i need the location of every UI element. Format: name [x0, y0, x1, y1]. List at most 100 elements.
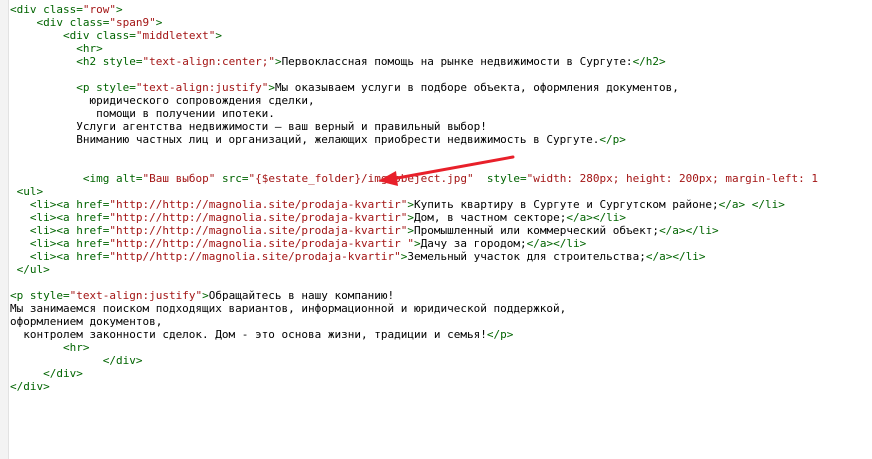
code-line[interactable]: Услуги агентства недвижимости — ваш верн…	[10, 120, 487, 133]
code-string: "{$estate_folder}/img/obeject.jpg"	[248, 172, 474, 185]
code-line[interactable]: <li><a href="http://http://magnolia.site…	[10, 224, 719, 237]
code-attribute: alt=	[115, 172, 143, 185]
code-line[interactable]: </div>	[10, 380, 50, 393]
code-content[interactable]: <div class="row"> <div class="span9"> <d…	[0, 0, 872, 459]
code-string: "http://http://magnolia.site/prodaja-kva…	[109, 198, 408, 211]
code-string: "span9"	[109, 16, 156, 29]
code-line[interactable]: <img alt="Ваш выбор" src="{$estate_folde…	[10, 172, 818, 185]
code-string: "http://http://magnolia.site/prodaja-kva…	[109, 224, 408, 237]
code-tag: </ul>	[16, 263, 50, 276]
code-tag: <h2	[76, 55, 103, 68]
code-tag: >	[414, 237, 421, 250]
code-tag: <ul>	[16, 185, 44, 198]
code-text: Мы занимаемся поиском подходящих вариант…	[10, 302, 567, 315]
code-line[interactable]: <hr>	[10, 341, 90, 354]
code-tag: </div>	[43, 367, 83, 380]
code-tag: <p	[10, 289, 30, 302]
code-tag: <div	[36, 16, 70, 29]
code-tag: </div>	[102, 354, 143, 367]
code-attribute: class=	[43, 3, 83, 16]
code-text: Вниманию частных лиц и организаций, жела…	[10, 133, 600, 146]
code-text: Промышленный или коммерческий объект;	[414, 224, 660, 237]
code-line[interactable]: <div class="middletext">	[10, 29, 222, 42]
code-line[interactable]: <h2 style="text-align:center;">Первоклас…	[10, 55, 665, 68]
code-tag: <a	[56, 237, 77, 250]
code-tag: </a>	[526, 237, 554, 250]
code-line[interactable]: <li><a href="http://http://magnolia.site…	[10, 211, 626, 224]
code-tag: <a	[56, 250, 77, 263]
code-text: Земельный участок для строительства;	[407, 250, 646, 263]
code-tag: <hr>	[76, 42, 103, 55]
code-text: Обращайтесь в нашу компанию!	[208, 289, 395, 302]
code-tag: <a	[56, 198, 77, 211]
code-line[interactable]: </div>	[10, 367, 83, 380]
code-line[interactable]: <div class="span9">	[10, 16, 163, 29]
code-tag: </li>	[685, 224, 719, 237]
code-attribute: href=	[76, 250, 110, 263]
code-line[interactable]: <p style="text-align:justify">Обращайтес…	[10, 289, 394, 302]
code-text: оформлением документов,	[10, 315, 163, 328]
code-line[interactable]: <ul>	[10, 185, 44, 198]
code-tag: <hr>	[62, 341, 90, 354]
code-attribute: style=	[486, 172, 527, 185]
code-line[interactable]: Мы занимаемся поиском подходящих вариант…	[10, 302, 566, 315]
code-string: "text-align:justify"	[69, 289, 203, 302]
code-line[interactable]: <div class="row">	[10, 3, 123, 16]
code-tag: <p	[76, 81, 97, 94]
code-line[interactable]: помощи в получении ипотеки.	[10, 107, 275, 120]
code-line[interactable]: <hr>	[10, 42, 103, 55]
code-tag: </li>	[672, 250, 706, 263]
code-text: контролем законности сделок. Дом - это о…	[10, 328, 487, 341]
code-line[interactable]: <li><a href="http://http://magnolia.site…	[10, 237, 586, 250]
code-tag: </li>	[592, 211, 626, 224]
code-line[interactable]: </div>	[10, 354, 143, 367]
code-string: "http://http://magnolia.site/prodaja-kva…	[109, 237, 415, 250]
code-tag: >	[274, 55, 282, 68]
code-tag: <li>	[29, 237, 57, 250]
code-line[interactable]: </ul>	[10, 263, 50, 276]
code-attribute: href=	[76, 198, 110, 211]
code-tag: >	[202, 289, 209, 302]
code-line[interactable]: <li><a href="http://http://magnolia.site…	[10, 198, 785, 211]
code-tag: <a	[56, 211, 77, 224]
code-tag: </a>	[718, 198, 746, 211]
code-string: "row"	[82, 3, 116, 16]
code-line[interactable]: оформлением документов,	[10, 315, 162, 328]
code-tag: >	[155, 16, 163, 29]
code-line[interactable]: контролем законности сделок. Дом - это о…	[10, 328, 513, 341]
code-attribute: class=	[96, 29, 136, 42]
code-line[interactable]: юридического сопровождения сделки,	[10, 94, 314, 107]
code-line[interactable]: <li><a href="http//http://magnolia.site/…	[10, 250, 706, 263]
code-editor[interactable]: <div class="row"> <div class="span9"> <d…	[0, 0, 872, 459]
code-tag: >	[116, 3, 123, 16]
code-string: "middletext"	[135, 29, 216, 42]
code-tag: <li>	[29, 198, 57, 211]
code-tag: </li>	[553, 237, 587, 250]
code-text: Мы оказываем услуги в подборе объекта, о…	[274, 81, 679, 94]
code-line[interactable]: Вниманию частных лиц и организаций, жела…	[10, 133, 626, 146]
code-tag: </p>	[599, 133, 626, 146]
code-string: "width: 280px; height: 200px; margin-lef…	[526, 172, 819, 185]
code-tag: </p>	[486, 328, 514, 341]
code-tag: <img	[82, 172, 116, 185]
code-line[interactable]: <p style="text-align:justify">Мы оказыва…	[10, 81, 679, 94]
code-text: помощи в получении ипотеки.	[10, 107, 275, 120]
code-tag: </div>	[10, 380, 50, 393]
code-tag: <a	[56, 224, 77, 237]
code-tag: <li>	[29, 224, 57, 237]
code-string: "text-align:justify"	[135, 81, 269, 94]
